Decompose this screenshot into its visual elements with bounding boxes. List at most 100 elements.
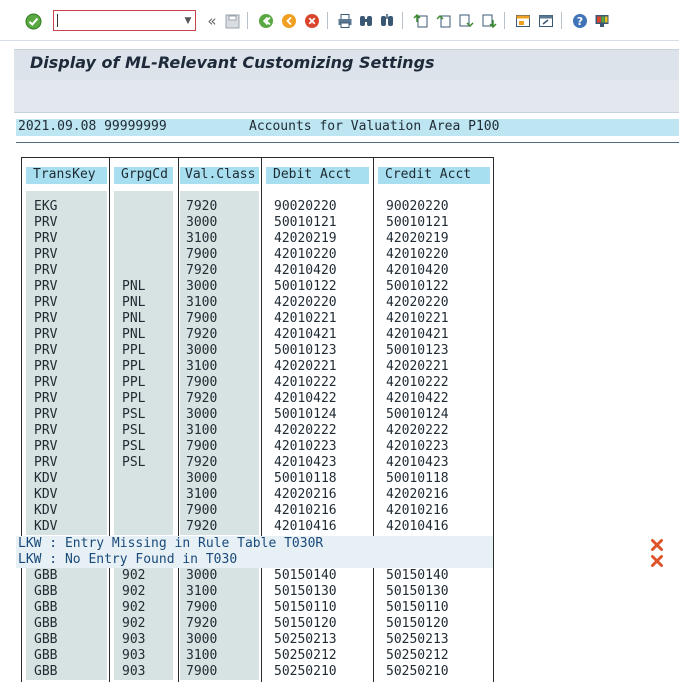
column-header-valclass[interactable]: Val.Class <box>180 167 259 184</box>
save-icon[interactable] <box>223 12 241 30</box>
cell-debit-acct: 90020220 <box>274 199 337 214</box>
text-cursor <box>57 14 58 27</box>
back-nav-icon[interactable] <box>257 12 275 30</box>
chevron-down-icon[interactable]: ▼ <box>181 11 195 30</box>
cell-credit-acct: 50150130 <box>386 584 449 599</box>
find-next-icon[interactable] <box>378 12 396 30</box>
cell-valclass: 3000 <box>186 407 218 422</box>
cell-credit-acct: 42010222 <box>386 375 449 390</box>
cell-transkey: PRV <box>34 343 58 358</box>
cell-grpgcd: 902 <box>122 584 146 599</box>
previous-page-icon[interactable] <box>435 12 453 30</box>
cell-credit-acct: 42010216 <box>386 503 449 518</box>
cell-debit-acct: 50150140 <box>274 568 337 583</box>
cell-valclass: 7920 <box>186 519 218 534</box>
cell-transkey: GBB <box>34 632 58 647</box>
cell-debit-acct: 50150130 <box>274 584 337 599</box>
cell-credit-acct: 42020221 <box>386 359 449 374</box>
column-header-credit-acct[interactable]: Credit Acct <box>378 167 490 184</box>
cell-debit-acct: 42010423 <box>274 455 337 470</box>
cell-valclass: 3100 <box>186 231 218 246</box>
cell-credit-acct: 50010118 <box>386 471 449 486</box>
next-page-icon[interactable] <box>457 12 475 30</box>
cell-debit-acct: 42010420 <box>274 263 337 278</box>
first-page-icon[interactable] <box>412 12 430 30</box>
cell-valclass: 7920 <box>186 455 218 470</box>
cell-grpgcd: PPL <box>122 359 146 374</box>
column-header-grpgcd[interactable]: GrpgCd <box>114 167 173 184</box>
print-icon[interactable] <box>336 12 354 30</box>
cell-valclass: 3000 <box>186 632 218 647</box>
cell-transkey: KDV <box>34 487 58 502</box>
cell-transkey: PRV <box>34 295 58 310</box>
cell-transkey: KDV <box>34 471 58 486</box>
list-header: 2021.09.08 99999999 Accounts for Valuati… <box>16 119 679 136</box>
last-page-icon[interactable] <box>480 12 498 30</box>
column-header-transkey[interactable]: TransKey <box>26 167 107 184</box>
error-message-row[interactable]: LKW : No Entry Found in T030 <box>16 552 493 568</box>
cell-valclass: 7920 <box>186 616 218 631</box>
cell-credit-acct: 42010421 <box>386 327 449 342</box>
cell-transkey: PRV <box>34 407 58 422</box>
cell-valclass: 3100 <box>186 359 218 374</box>
error-message-row[interactable]: LKW : Entry Missing in Rule Table T030R <box>16 536 493 552</box>
cell-valclass: 7900 <box>186 503 218 518</box>
create-session-icon[interactable] <box>514 12 532 30</box>
cell-transkey: PRV <box>34 455 58 470</box>
cell-grpgcd-bg <box>114 199 173 215</box>
cell-grpgcd-bg <box>114 487 173 503</box>
cell-transkey: GBB <box>34 616 58 631</box>
cell-debit-acct: 42010221 <box>274 311 337 326</box>
cell-debit-acct: 42010220 <box>274 247 337 262</box>
cell-credit-acct: 42010420 <box>386 263 449 278</box>
command-field[interactable]: ▼ <box>53 10 196 31</box>
cell-valclass: 3100 <box>186 487 218 502</box>
column-header-debit-acct[interactable]: Debit Acct <box>266 167 369 184</box>
cell-credit-acct: 42010221 <box>386 311 449 326</box>
back-history-icon[interactable]: « <box>203 12 221 30</box>
cell-credit-acct: 42010423 <box>386 455 449 470</box>
cell-debit-acct: 50010122 <box>274 279 337 294</box>
cell-debit-acct: 50150110 <box>274 600 337 615</box>
cell-credit-acct: 42010220 <box>386 247 449 262</box>
cell-transkey: PRV <box>34 423 58 438</box>
standard-toolbar: ▼ « ? <box>0 0 679 41</box>
cell-debit-acct: 50150120 <box>274 616 337 631</box>
cell-valclass: 7920 <box>186 327 218 342</box>
cancel-icon[interactable] <box>303 12 321 30</box>
cell-valclass: 7900 <box>186 311 218 326</box>
title-bar: Display of ML-Relevant Customizing Setti… <box>14 49 679 80</box>
cell-transkey: GBB <box>34 664 58 679</box>
cell-valclass: 3000 <box>186 279 218 294</box>
list-header-left: 2021.09.08 99999999 <box>18 119 167 134</box>
cell-transkey: PRV <box>34 327 58 342</box>
cell-grpgcd-bg <box>114 471 173 487</box>
application-toolbar <box>14 80 679 113</box>
header-spacer <box>114 191 173 199</box>
page-title: Display of ML-Relevant Customizing Setti… <box>30 53 435 72</box>
cell-debit-acct: 42020221 <box>274 359 337 374</box>
cell-grpgcd: PPL <box>122 391 146 406</box>
cell-valclass: 7900 <box>186 664 218 679</box>
help-icon[interactable]: ? <box>571 12 589 30</box>
cell-grpgcd-bg <box>114 519 173 535</box>
cell-credit-acct: 42010422 <box>386 391 449 406</box>
customize-layout-icon[interactable] <box>593 12 611 30</box>
find-icon[interactable] <box>357 12 375 30</box>
cell-transkey: EKG <box>34 199 58 214</box>
shortcut-icon[interactable] <box>537 12 555 30</box>
cell-credit-acct: 42020219 <box>386 231 449 246</box>
enter-icon[interactable] <box>24 12 42 30</box>
cell-grpgcd: PSL <box>122 423 146 438</box>
cell-valclass: 3100 <box>186 648 218 663</box>
cell-grpgcd: 902 <box>122 568 146 583</box>
cell-credit-acct: 50010122 <box>386 279 449 294</box>
cell-credit-acct: 50150110 <box>386 600 449 615</box>
cell-debit-acct: 42020222 <box>274 423 337 438</box>
cell-valclass: 7900 <box>186 247 218 262</box>
cell-debit-acct: 50010118 <box>274 471 337 486</box>
cell-transkey: PRV <box>34 391 58 406</box>
cell-debit-acct: 50010123 <box>274 343 337 358</box>
exit-icon[interactable] <box>280 12 298 30</box>
cell-credit-acct: 50010124 <box>386 407 449 422</box>
